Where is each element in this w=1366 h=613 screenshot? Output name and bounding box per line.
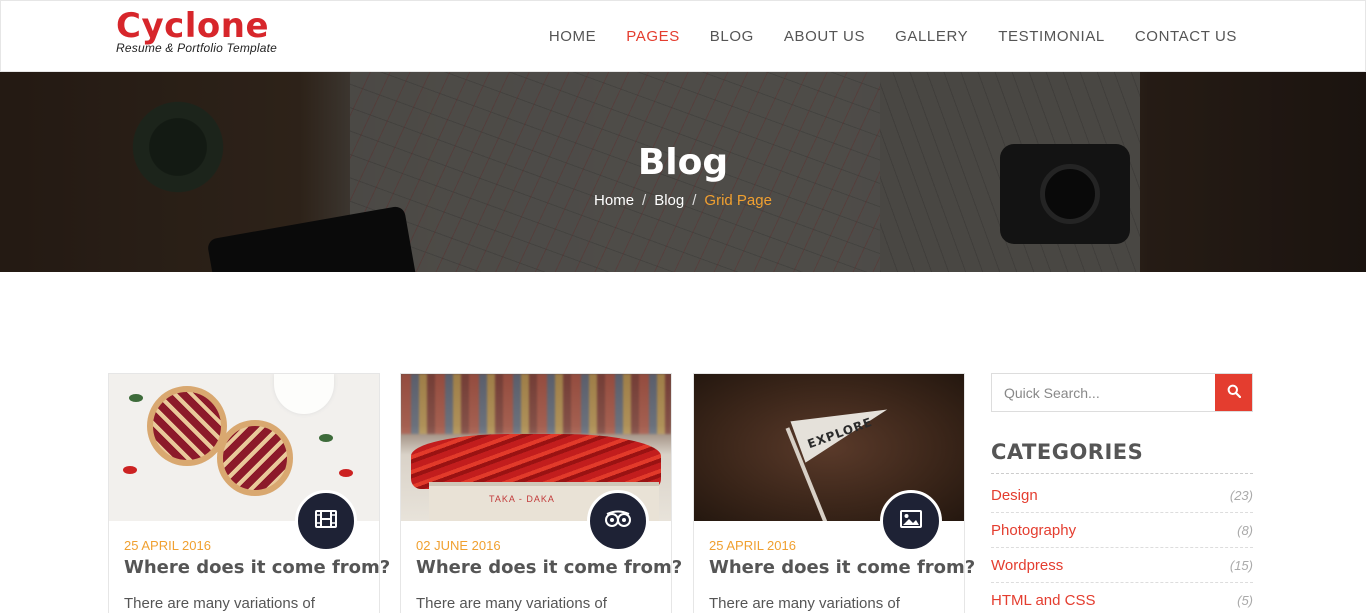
post-title[interactable]: Where does it come from? — [416, 557, 682, 578]
blog-card[interactable]: 25 APRIL 2016 Where does it come from? T… — [108, 373, 390, 613]
post-format-badge[interactable] — [880, 490, 942, 552]
post-format-badge[interactable] — [295, 490, 357, 552]
category-item[interactable]: Photography (8) — [991, 513, 1253, 548]
category-item[interactable]: Design (23) — [991, 478, 1253, 513]
crate-label: TAKA - DAKA — [489, 494, 555, 504]
nav-pages[interactable]: PAGES — [626, 28, 680, 45]
tripadvisor-icon — [604, 510, 632, 533]
blog-card[interactable]: EXPLORE 25 APRIL 2016 Where does it come… — [693, 373, 975, 613]
category-link[interactable]: Photography — [991, 522, 1076, 539]
nav-testimonial[interactable]: TESTIMONIAL — [998, 28, 1105, 45]
page-banner: Blog Home / Blog / Grid Page — [0, 72, 1366, 272]
search-input[interactable] — [992, 374, 1215, 411]
page-title: Blog — [637, 142, 729, 183]
category-item[interactable]: HTML and CSS (5) — [991, 583, 1253, 613]
post-date: 25 APRIL 2016 — [124, 538, 211, 553]
category-count: (5) — [1237, 592, 1253, 608]
site-header: Cyclone Resume & Portfolio Template HOME… — [0, 0, 1366, 72]
breadcrumb-home[interactable]: Home — [594, 192, 634, 209]
main-nav: HOME PAGES BLOG ABOUT US GALLERY TESTIMO… — [519, 28, 1237, 45]
breadcrumb-current: Grid Page — [704, 192, 772, 209]
blog-card[interactable]: TAKA - DAKA 02 JUNE 2016 Where does it c… — [400, 373, 682, 613]
category-item[interactable]: Wordpress (15) — [991, 548, 1253, 583]
categories-heading: CATEGORIES — [991, 440, 1144, 464]
nav-about-us[interactable]: ABOUT US — [784, 28, 865, 45]
film-icon — [315, 509, 337, 533]
post-excerpt: There are many variations of — [124, 595, 315, 612]
logo-title[interactable]: Cyclone — [116, 7, 277, 45]
search-icon — [1227, 384, 1241, 401]
category-count: (23) — [1229, 487, 1253, 503]
logo[interactable]: Cyclone Resume & Portfolio Template — [116, 7, 277, 55]
post-date: 02 JUNE 2016 — [416, 538, 501, 553]
category-link[interactable]: HTML and CSS — [991, 592, 1095, 609]
nav-home[interactable]: HOME — [549, 28, 596, 45]
post-excerpt: There are many variations of — [709, 595, 900, 612]
logo-tagline: Resume & Portfolio Template — [116, 41, 278, 55]
nav-gallery[interactable]: GALLERY — [895, 28, 968, 45]
search-button[interactable] — [1215, 374, 1252, 411]
category-count: (15) — [1229, 557, 1253, 573]
post-date: 25 APRIL 2016 — [709, 538, 796, 553]
breadcrumb-blog[interactable]: Blog — [654, 192, 684, 209]
divider — [991, 473, 1253, 474]
breadcrumb-separator: / — [642, 192, 647, 209]
post-title[interactable]: Where does it come from? — [709, 557, 975, 578]
breadcrumb: Home / Blog / Grid Page — [0, 192, 1366, 209]
post-excerpt: There are many variations of — [416, 595, 607, 612]
post-title[interactable]: Where does it come from? — [124, 557, 390, 578]
category-link[interactable]: Design — [991, 487, 1038, 504]
image-icon — [900, 509, 922, 533]
nav-contact-us[interactable]: CONTACT US — [1135, 28, 1237, 45]
category-link[interactable]: Wordpress — [991, 557, 1063, 574]
nav-blog[interactable]: BLOG — [710, 28, 754, 45]
post-format-badge[interactable] — [587, 490, 649, 552]
breadcrumb-separator: / — [692, 192, 697, 209]
quick-search — [991, 373, 1253, 412]
category-count: (8) — [1237, 522, 1253, 538]
category-list: Design (23) Photography (8) Wordpress (1… — [991, 478, 1253, 613]
